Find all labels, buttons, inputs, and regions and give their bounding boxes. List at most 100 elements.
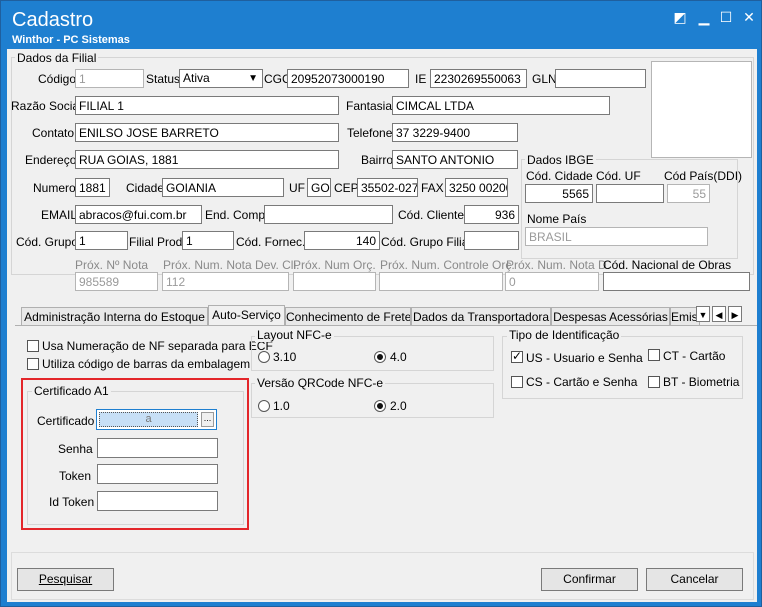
codigo-label: Código xyxy=(38,72,77,86)
cod-nac-obras-label: Cód. Nacional de Obras xyxy=(603,258,732,272)
prox-nota-d-input[interactable]: 0 xyxy=(505,272,599,291)
versao-10-radio[interactable] xyxy=(258,400,270,412)
end-comp-label: End. Comp. xyxy=(205,208,269,222)
chevron-down-icon: ▼ xyxy=(248,73,258,84)
certificado-browse-button[interactable]: ... xyxy=(201,412,214,427)
email-label: EMAIL xyxy=(41,208,78,222)
restore-icon[interactable]: ◩ xyxy=(669,7,691,27)
senha-input[interactable] xyxy=(97,438,218,458)
maximize-icon[interactable]: ☐ xyxy=(715,7,737,27)
telefone-input[interactable]: 37 3229-9400 xyxy=(392,123,518,142)
tab-administracao[interactable]: Administração Interna do Estoque xyxy=(21,307,208,325)
status-select[interactable]: Ativa ▼ xyxy=(179,69,263,88)
token-input[interactable] xyxy=(97,464,218,484)
bairro-input[interactable]: SANTO ANTONIO xyxy=(392,150,518,169)
numero-input[interactable]: 1881 xyxy=(75,178,110,197)
layout-310-label: 3.10 xyxy=(273,350,297,364)
certificado-label: Certificado xyxy=(37,414,95,428)
versao-20-radio[interactable] xyxy=(374,400,386,412)
gln-input[interactable] xyxy=(555,69,646,88)
cod-pais-label: Cód País(DDI) xyxy=(664,169,743,183)
codigo-input[interactable]: 1 xyxy=(75,69,144,88)
dados-ibge-label: Dados IBGE xyxy=(525,153,596,167)
end-comp-input[interactable] xyxy=(264,205,393,224)
prox-nota-input[interactable]: 985589 xyxy=(75,272,158,291)
prox-controle-label: Próx. Num. Controle Orç. xyxy=(380,258,515,272)
tab-despesas-acessorias[interactable]: Despesas Acessórias xyxy=(551,307,670,325)
uf-input[interactable]: GO xyxy=(307,178,331,197)
minimize-icon[interactable]: ▁ xyxy=(693,7,715,27)
cancelar-button[interactable]: Cancelar xyxy=(646,568,743,591)
cod-grupo-input[interactable]: 1 xyxy=(75,231,128,250)
usa-numeracao-label: Usa Numeração de NF separada para ECF xyxy=(42,339,273,353)
status-label: Status xyxy=(146,72,181,86)
telefone-label: Telefone xyxy=(347,126,393,140)
filial-prod-input[interactable]: 1 xyxy=(182,231,234,250)
certificado-input[interactable]: a xyxy=(99,412,198,427)
id-token-input[interactable] xyxy=(97,491,218,511)
certificado-field[interactable]: a ... xyxy=(96,409,217,430)
tab-scroll-right-icon[interactable]: ▶ xyxy=(728,306,742,322)
endereco-input[interactable]: RUA GOIAS, 1881 xyxy=(75,150,339,169)
token-label: Token xyxy=(59,469,92,483)
endereco-label: Endereço xyxy=(25,153,77,167)
tipo-cs-checkbox[interactable] xyxy=(511,376,523,388)
client-area: Dados da Filial Código 1 Status Ativa ▼ … xyxy=(7,49,757,602)
tab-conhecimento-frete[interactable]: Conhecimento de Frete xyxy=(285,307,411,325)
tipo-bt-label: BT - Biometria xyxy=(663,375,740,389)
cgc-input[interactable]: 20952073000190 xyxy=(287,69,409,88)
cod-uf-label: Cód. UF xyxy=(596,169,641,183)
layout-40-radio[interactable] xyxy=(374,351,386,363)
tipo-ct-label: CT - Cartão xyxy=(663,349,726,363)
email-input[interactable]: abracos@fui.com.br xyxy=(75,205,202,224)
tab-scroll-down-icon[interactable]: ▼ xyxy=(696,306,710,322)
utiliza-codigo-checkbox[interactable] xyxy=(27,358,39,370)
cod-pais-input[interactable]: 55 xyxy=(667,184,710,203)
usa-numeracao-checkbox[interactable] xyxy=(27,340,39,352)
cidade-input[interactable]: GOIANIA xyxy=(162,178,284,197)
window-title: Cadastro xyxy=(12,9,94,31)
cep-input[interactable]: 35502-027 xyxy=(357,178,418,197)
tab-dados-transportadora[interactable]: Dados da Transportadora xyxy=(411,307,551,325)
tab-auto-servico[interactable]: Auto-Serviço xyxy=(208,305,285,326)
fantasia-input[interactable]: CIMCAL LTDA xyxy=(392,96,610,115)
tab-scroll-left-icon[interactable]: ◀ xyxy=(712,306,726,322)
nome-pais-input[interactable]: BRASIL xyxy=(525,227,708,246)
prox-nota-dev-input[interactable]: 112 xyxy=(162,272,289,291)
tipo-ct-checkbox[interactable] xyxy=(648,349,660,361)
prox-controle-input[interactable] xyxy=(379,272,503,291)
fax-label: FAX xyxy=(421,181,444,195)
layout-nfce-label: Layout NFC-e xyxy=(255,328,334,342)
versao-10-label: 1.0 xyxy=(273,399,290,413)
fantasia-label: Fantasia xyxy=(346,99,393,113)
title-bar[interactable]: Cadastro Winthor - PC Sistemas ◩ ▁ ☐ ✕ xyxy=(1,1,761,48)
cod-grupo-filial-input[interactable] xyxy=(464,231,519,250)
layout-310-radio[interactable] xyxy=(258,351,270,363)
utiliza-codigo-label: Utiliza código de barras da embalagem xyxy=(42,357,251,371)
prox-orc-input[interactable] xyxy=(293,272,376,291)
photo-frame[interactable] xyxy=(651,61,752,158)
pesquisar-button[interactable]: Pesquisar xyxy=(17,568,114,591)
status-value: Ativa xyxy=(183,71,210,85)
tipo-bt-checkbox[interactable] xyxy=(648,376,660,388)
prox-nota-dev-label: Próx. Num. Nota Dev. Cli. xyxy=(163,258,300,272)
contato-input[interactable]: ENILSO JOSE BARRETO xyxy=(75,123,339,142)
cod-nac-obras-input[interactable] xyxy=(603,272,750,291)
cod-uf-input[interactable] xyxy=(596,184,664,203)
confirmar-button[interactable]: Confirmar xyxy=(541,568,638,591)
versao-20-label: 2.0 xyxy=(390,399,407,413)
id-token-label: Id Token xyxy=(49,495,95,509)
cod-cliente-input[interactable]: 936 xyxy=(464,205,519,224)
cod-cidade-input[interactable]: 5565 xyxy=(525,184,593,203)
tipo-us-checkbox[interactable] xyxy=(511,349,523,363)
ie-input[interactable]: 2230269550063 xyxy=(430,69,527,88)
razao-social-input[interactable]: FILIAL 1 xyxy=(75,96,339,115)
cod-cidade-label: Cód. Cidade xyxy=(526,169,593,183)
fax-input[interactable]: 3250 00200 xyxy=(445,178,508,197)
filial-prod-label: Filial Prod. xyxy=(129,235,186,249)
cod-fornec-label: Cód. Fornec. xyxy=(236,235,306,249)
bairro-label: Bairro xyxy=(361,153,394,167)
cod-fornec-input[interactable]: 140 xyxy=(304,231,380,250)
layout-40-label: 4.0 xyxy=(390,350,407,364)
close-icon[interactable]: ✕ xyxy=(738,7,760,27)
